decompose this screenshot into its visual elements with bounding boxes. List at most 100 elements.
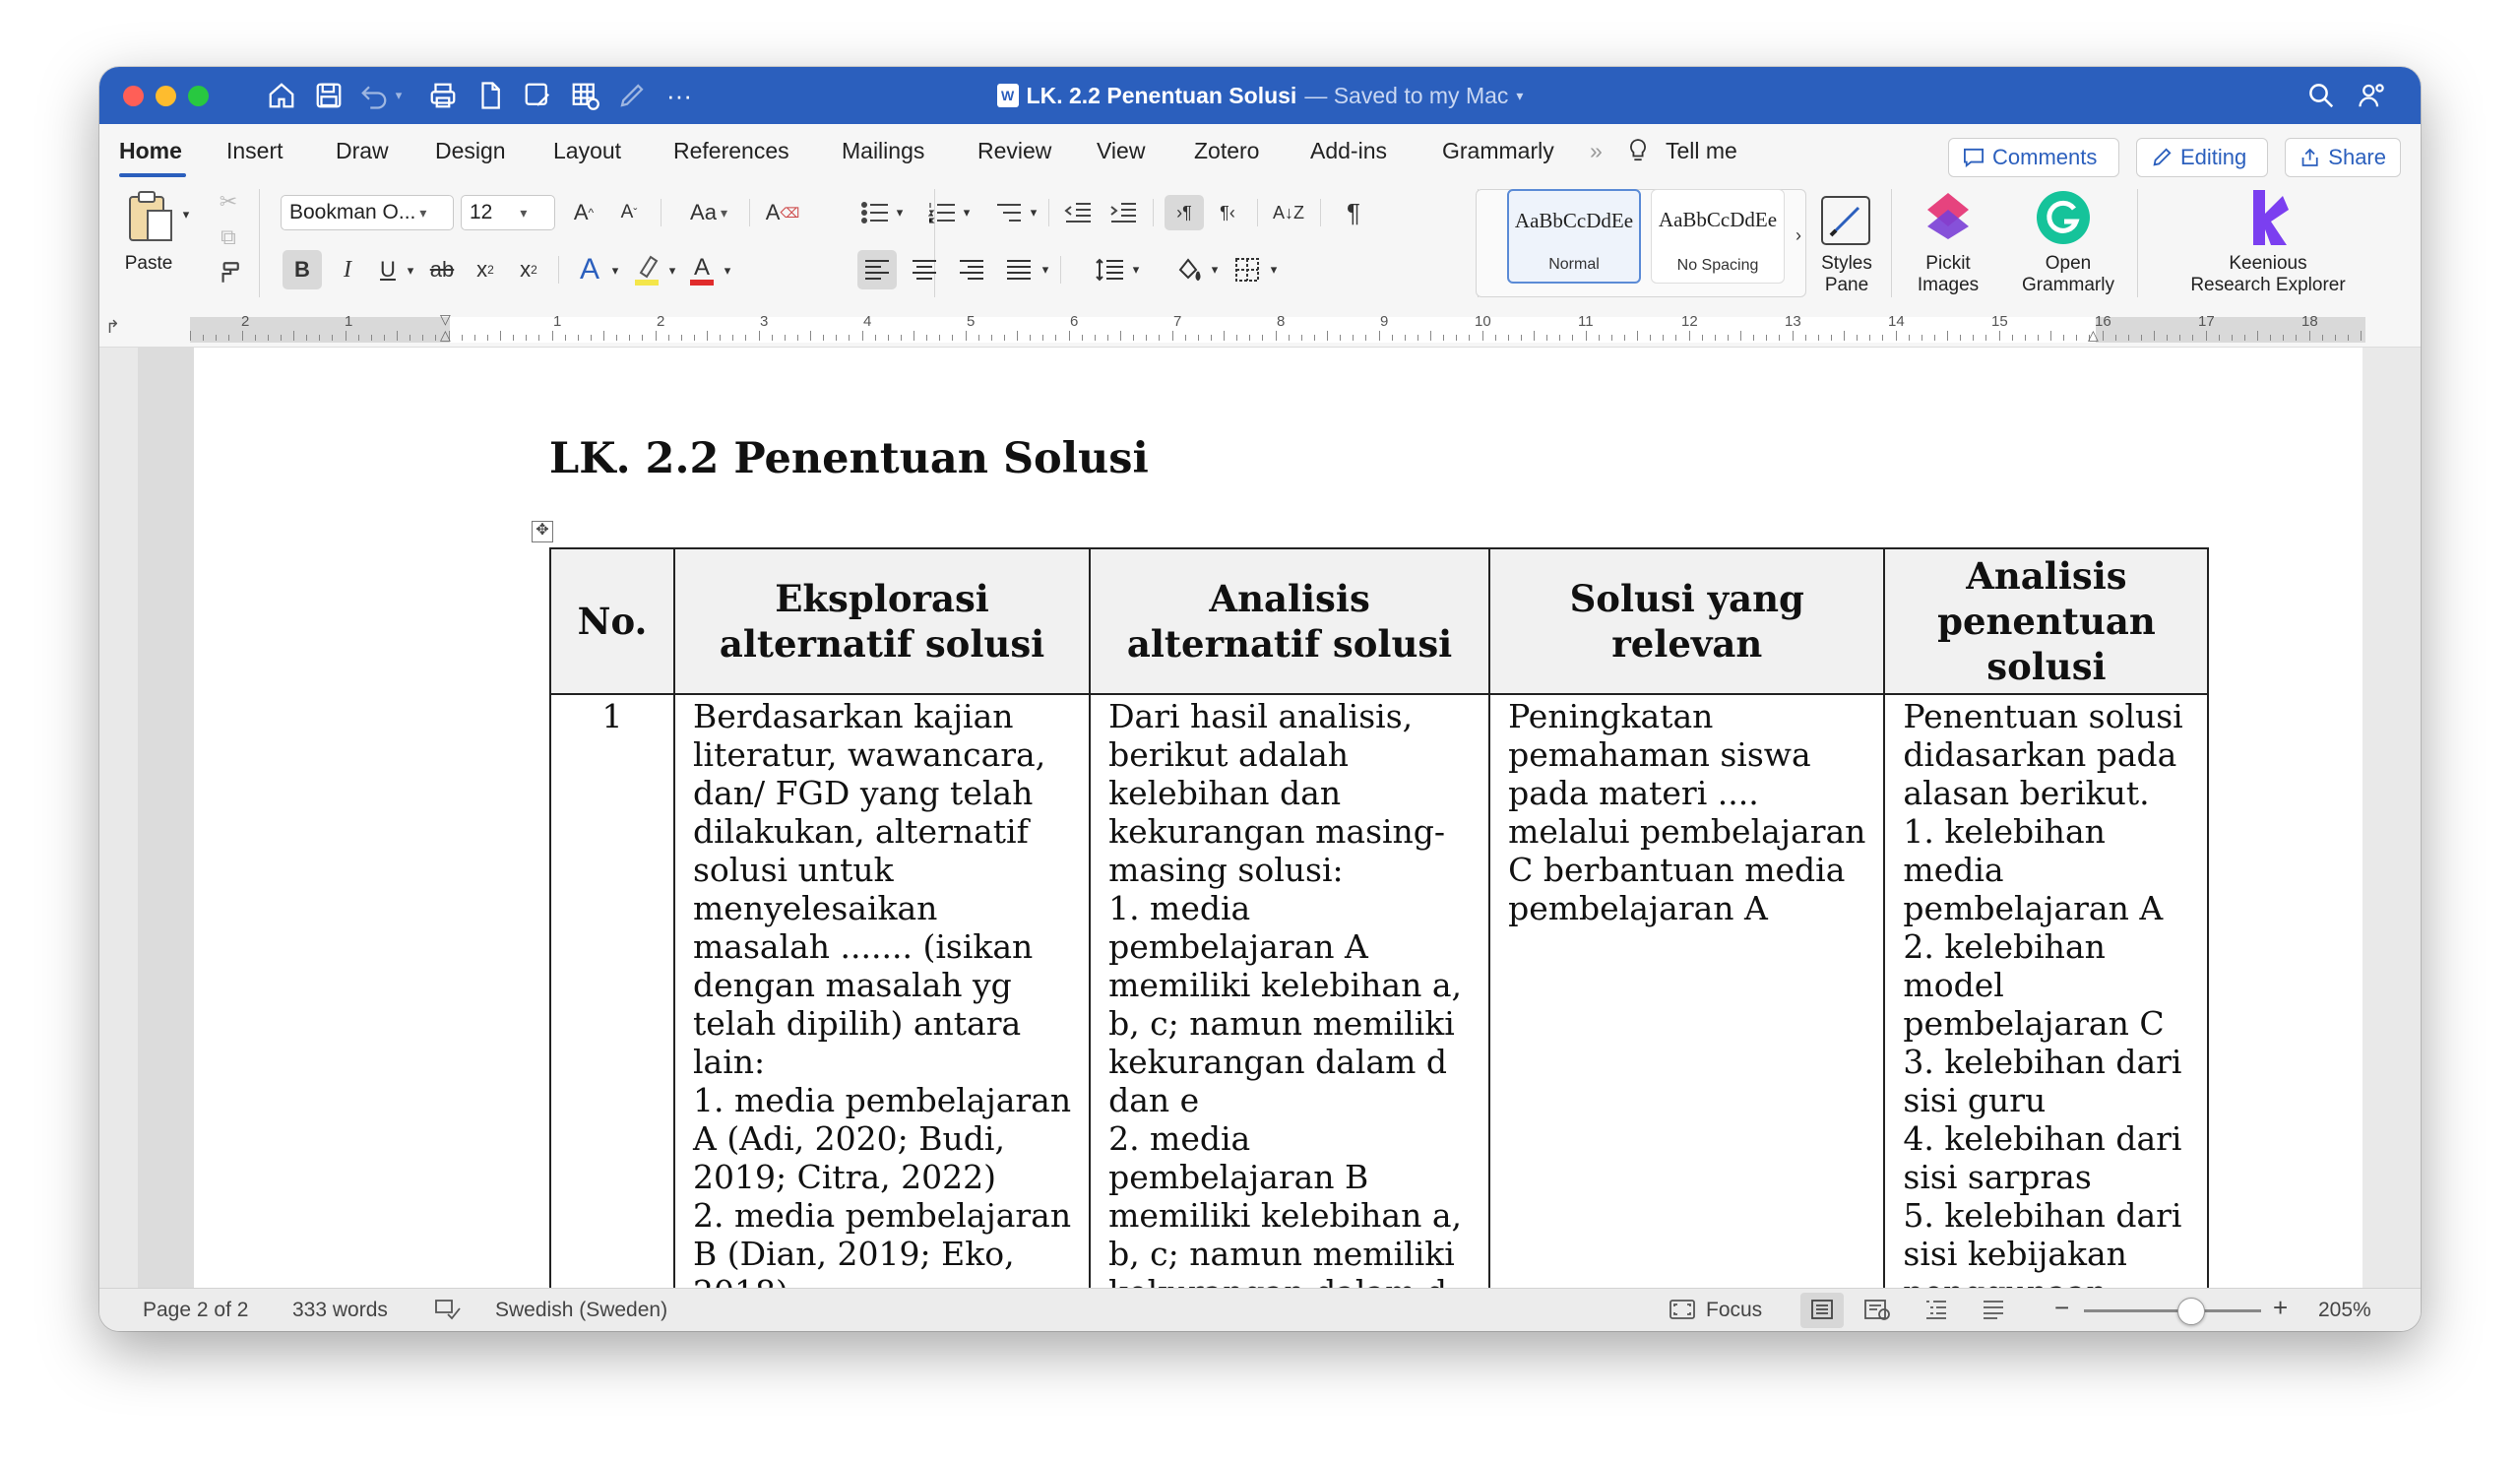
zoom-slider-track[interactable] (2084, 1309, 2261, 1312)
style-normal[interactable]: AaBbCcDdEe Normal (1507, 189, 1641, 284)
table-move-handle-icon[interactable]: ✥ (532, 521, 553, 542)
outline-view-icon[interactable] (1924, 1299, 1948, 1326)
header-cell[interactable]: Solusi yang relevan (1488, 547, 1886, 695)
copy-icon[interactable]: ⧉ (214, 222, 243, 252)
document-page[interactable]: LK. 2.2 Penentuan Solusi ✥ No. Eksploras… (194, 348, 2362, 1288)
align-left-icon[interactable] (857, 250, 897, 289)
styles-pane-button[interactable]: Styles Pane (1812, 253, 1881, 296)
font-color-icon[interactable]: A (684, 250, 720, 289)
align-center-icon[interactable] (905, 250, 944, 289)
pickit-icon[interactable] (1919, 187, 1978, 246)
web-layout-icon[interactable] (1863, 1299, 1891, 1326)
highlight-chevron-icon[interactable]: ▾ (664, 256, 680, 286)
bold-icon[interactable]: B (283, 250, 322, 289)
analysis-cell[interactable]: Dari hasil analisis, berikut adalah kelebi… (1089, 693, 1491, 1288)
zoom-level[interactable]: 205% (2318, 1299, 2371, 1322)
superscript-icon[interactable]: x2 (511, 250, 546, 289)
borders-chevron-icon[interactable]: ▾ (1267, 256, 1281, 284)
comments-button[interactable]: Comments (1948, 138, 2119, 177)
tab-mailings[interactable]: Mailings (842, 138, 924, 164)
paste-options-chevron-icon[interactable]: ▾ (178, 205, 194, 224)
font-size-select[interactable]: 12 ▾ (461, 195, 555, 230)
header-cell[interactable]: Analisis alternatif solusi (1089, 547, 1491, 695)
keenious-research-explorer-button[interactable]: Keenious Research Explorer (2165, 253, 2371, 296)
open-grammarly-button[interactable]: Open Grammarly (2019, 253, 2117, 296)
tab-insert[interactable]: Insert (226, 138, 284, 164)
numbering-icon[interactable] (924, 195, 960, 230)
header-cell[interactable]: Eksplorasi alternatif solusi (672, 547, 1092, 695)
pickit-images-button[interactable]: Pickit Images (1911, 253, 1985, 296)
word-count[interactable]: 333 words (292, 1299, 388, 1322)
save-status[interactable]: — Saved to my Mac (1304, 83, 1508, 109)
search-icon[interactable] (2304, 79, 2338, 112)
format-painter-icon[interactable] (214, 258, 243, 287)
align-right-icon[interactable] (952, 250, 991, 289)
tell-me-search[interactable]: Tell me (1666, 138, 1737, 164)
more-tabs-chevron-icon[interactable]: » (1590, 138, 1603, 164)
solution-table[interactable]: No. Eksplorasi alternatif solusi Analisis… (549, 547, 2210, 1288)
clipboard-icon[interactable] (123, 189, 178, 244)
shading-icon[interactable] (1168, 250, 1208, 289)
style-no-spacing[interactable]: AaBbCcDdEe No Spacing (1651, 189, 1785, 284)
header-cell[interactable]: No. (549, 547, 675, 695)
grammarly-icon[interactable] (2033, 187, 2094, 248)
title-chevron-down-icon[interactable]: ▾ (1516, 88, 1523, 104)
tab-add-ins[interactable]: Add-ins (1310, 138, 1387, 164)
focus-icon[interactable] (1669, 1299, 1696, 1326)
relevant-solution-cell[interactable]: Peningkatan pemahaman siswa pada materi ..… (1488, 693, 1886, 1288)
increase-indent-icon[interactable] (1105, 195, 1141, 230)
bullets-icon[interactable] (857, 195, 893, 230)
underline-icon[interactable]: U (373, 250, 403, 289)
multilevel-list-icon[interactable] (991, 195, 1027, 230)
tab-selector-icon[interactable]: ↱ (105, 317, 120, 338)
tab-review[interactable]: Review (977, 138, 1051, 164)
tab-layout[interactable]: Layout (553, 138, 621, 164)
ruler[interactable]: ↱ 2 1 1 2 3 4 5 6 7 8 9 10 11 12 13 14 1… (99, 311, 2421, 348)
tab-zotero[interactable]: Zotero (1194, 138, 1259, 164)
justify-icon[interactable] (999, 250, 1039, 289)
justify-chevron-icon[interactable]: ▾ (1039, 256, 1052, 284)
tab-home[interactable]: Home (119, 138, 182, 164)
change-case-button[interactable]: Aa ▾ (678, 195, 739, 230)
grow-font-icon[interactable]: A ^ (566, 195, 601, 230)
proofing-icon[interactable] (434, 1299, 462, 1326)
solution-analysis-cell[interactable]: Penentuan solusi didasarkan pada alasan be… (1883, 693, 2210, 1288)
shading-chevron-icon[interactable]: ▾ (1208, 256, 1222, 284)
zoom-out-icon[interactable]: − (2054, 1293, 2069, 1323)
zoom-in-icon[interactable]: + (2273, 1293, 2288, 1323)
draft-view-icon[interactable] (1982, 1299, 2005, 1326)
text-effects-icon[interactable]: A (572, 250, 607, 289)
shrink-font-icon[interactable]: Aˇ (611, 195, 647, 230)
strikethrough-icon[interactable]: ab (424, 250, 460, 289)
borders-icon[interactable] (1228, 250, 1267, 289)
left-indent-marker[interactable]: △ (440, 328, 451, 342)
show-formatting-marks-icon[interactable]: ¶ (1334, 195, 1373, 230)
multilevel-chevron-icon[interactable]: ▾ (1027, 201, 1040, 224)
text-effects-chevron-icon[interactable]: ▾ (607, 256, 623, 286)
styles-gallery-next-chevron-icon[interactable]: › (1791, 221, 1806, 250)
font-color-chevron-icon[interactable]: ▾ (720, 256, 735, 286)
header-cell[interactable]: Analisis penentuan solusi (1883, 547, 2210, 695)
line-spacing-icon[interactable] (1090, 250, 1129, 289)
font-name-select[interactable]: Bookman O... ▾ (281, 195, 454, 230)
tab-grammarly[interactable]: Grammarly (1442, 138, 1554, 164)
tab-draw[interactable]: Draw (336, 138, 389, 164)
share-button[interactable]: Share (2285, 138, 2401, 177)
document-heading[interactable]: LK. 2.2 Penentuan Solusi (549, 434, 1149, 483)
document-canvas[interactable]: LK. 2.2 Penentuan Solusi ✥ No. Eksploras… (99, 348, 2421, 1288)
share-people-icon[interactable] (2356, 79, 2389, 112)
tab-view[interactable]: View (1097, 138, 1145, 164)
page-count[interactable]: Page 2 of 2 (143, 1299, 248, 1322)
tab-design[interactable]: Design (435, 138, 506, 164)
zoom-slider-thumb[interactable] (2177, 1298, 2205, 1325)
cut-icon[interactable]: ✂ (214, 187, 243, 217)
focus-mode-button[interactable]: Focus (1706, 1299, 1762, 1322)
bullets-chevron-icon[interactable]: ▾ (893, 201, 907, 224)
editing-mode-button[interactable]: Editing (2136, 138, 2268, 177)
right-indent-marker[interactable]: △ (2088, 328, 2099, 342)
first-line-indent-marker[interactable]: ▽ (440, 312, 451, 326)
language-status[interactable]: Swedish (Sweden) (495, 1299, 667, 1322)
line-spacing-chevron-icon[interactable]: ▾ (1129, 256, 1143, 284)
decrease-indent-icon[interactable] (1060, 195, 1096, 230)
exploration-cell[interactable]: Berdasarkan kajian literatur, wawancara, d… (672, 693, 1092, 1288)
